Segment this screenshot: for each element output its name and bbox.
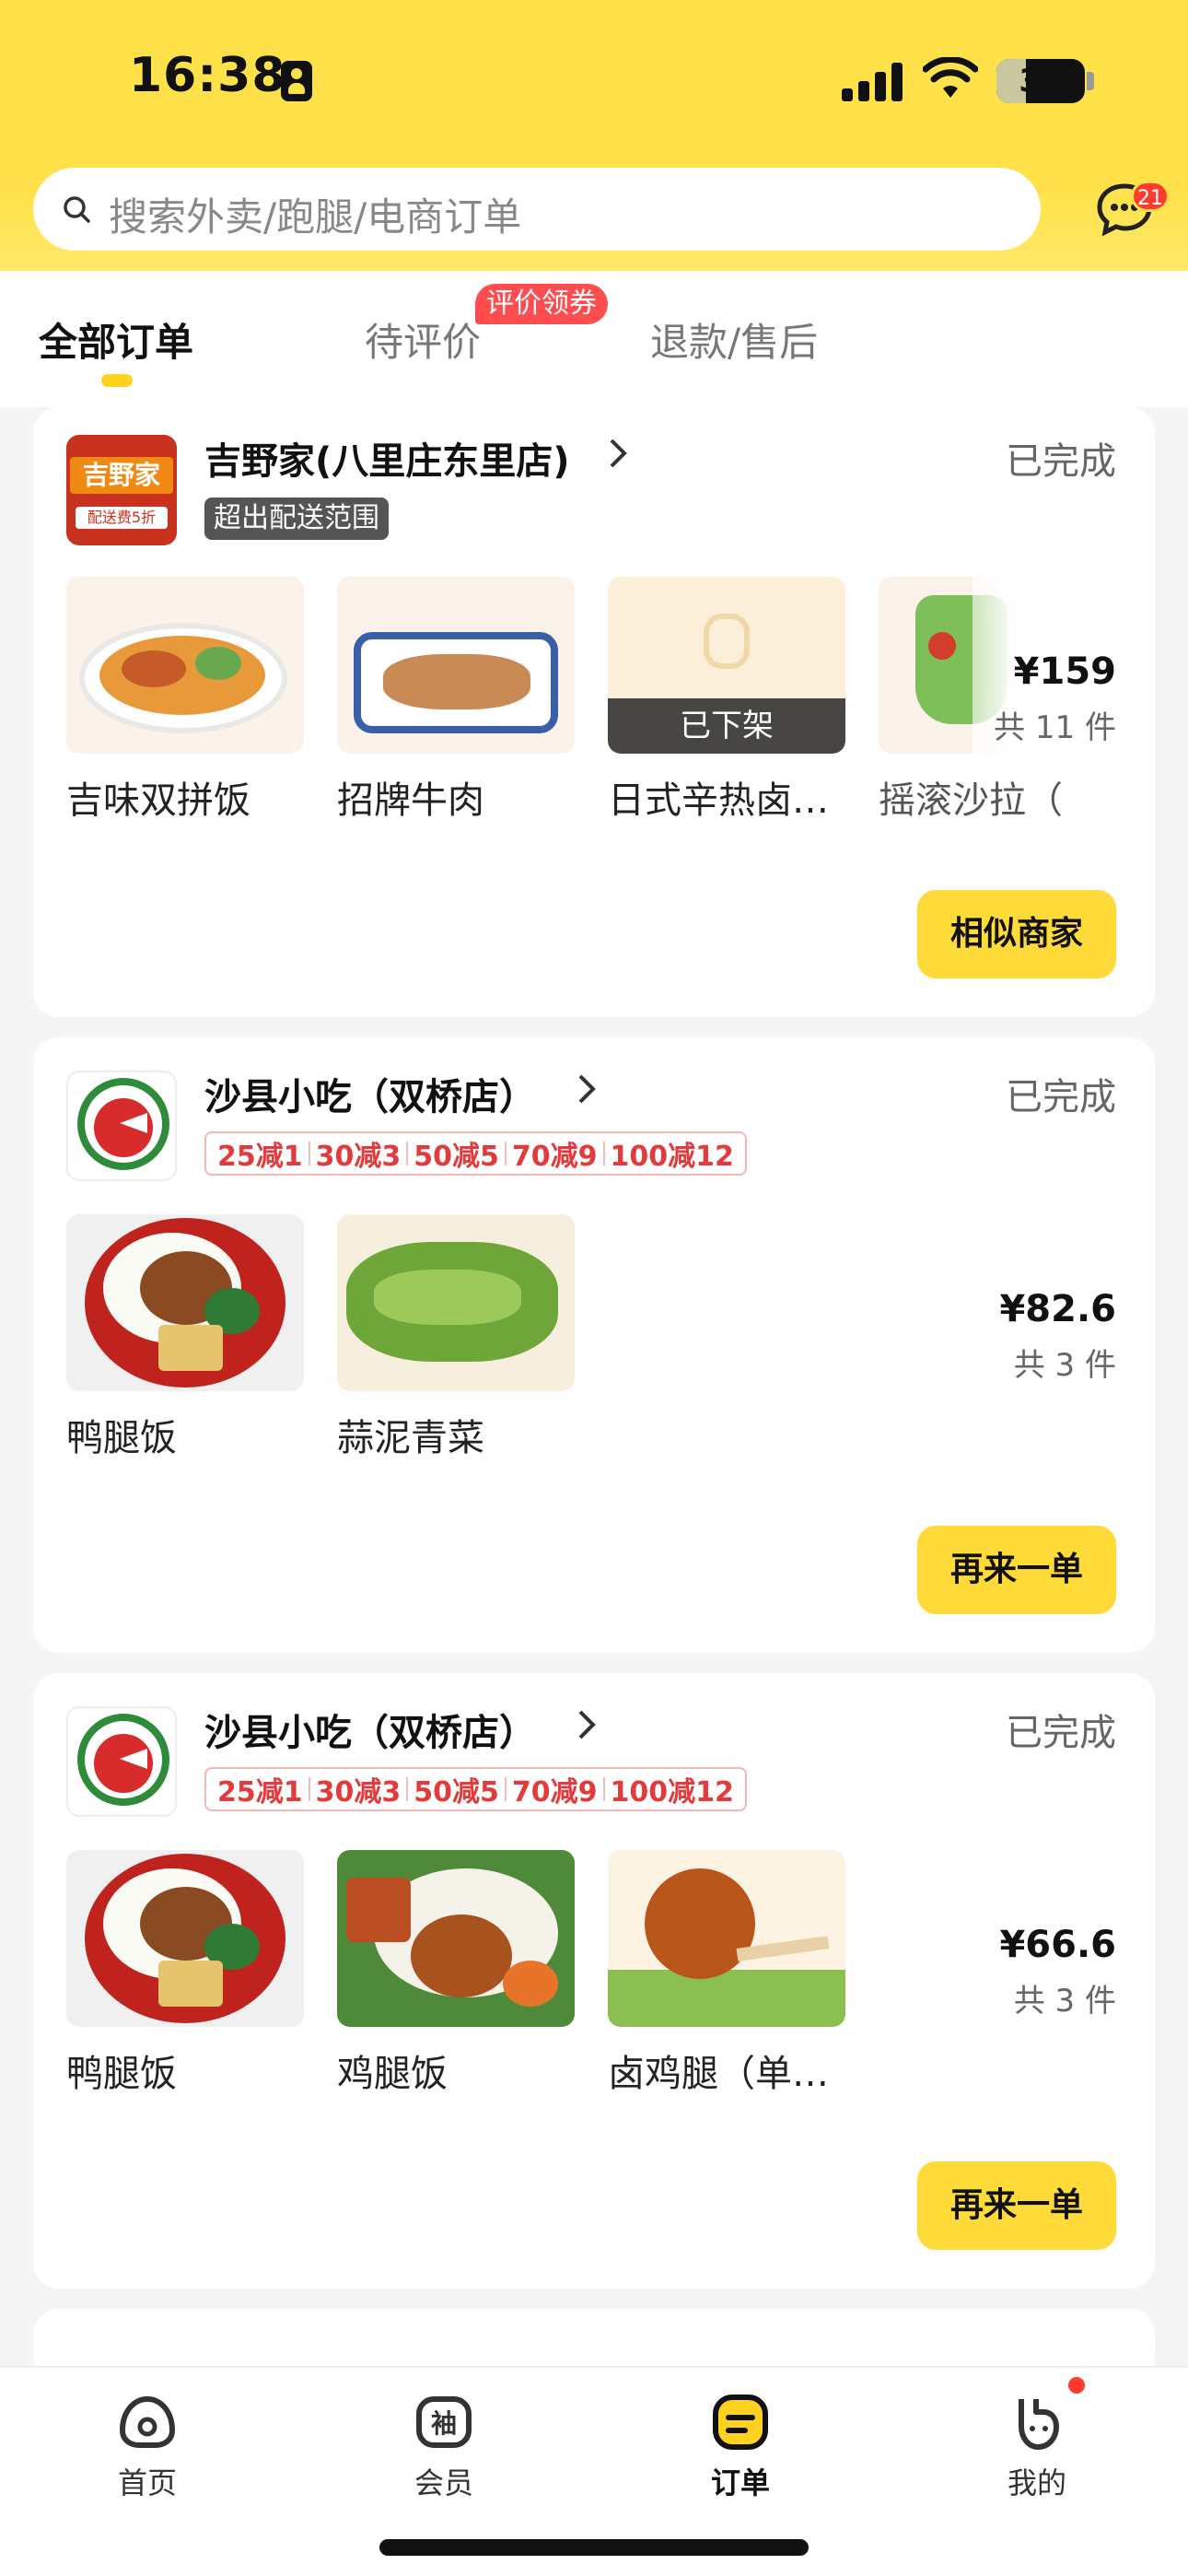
promo-tag: 50减5 [413,1776,499,1809]
item-name: 摇滚沙拉（… [879,779,1063,822]
home-icon [119,2395,176,2448]
chevron-right-icon [610,439,627,468]
status-bar: 16:38 33 [0,0,1188,157]
promo-tag: 70减9 [511,1776,598,1809]
tab-refund[interactable]: 退款/售后 [650,311,818,368]
promo-tag: 25减1 [217,1141,303,1173]
order-card[interactable]: 沙县小吃（双桥店） 已完成 25减1 30减3 50减5 70减9 100减12… [33,1673,1155,2289]
message-badge: 21 [1131,181,1170,212]
food-image [337,1850,575,2027]
nav-member-label: 会员 [413,2465,473,2500]
order-status: 已完成 [1006,440,1116,483]
store-logo: 吉野家 配送费5折 [66,435,177,545]
nav-home[interactable]: 首页 [74,2390,221,2502]
review-coupon-badge: 评价领券 [475,284,608,324]
logo-subtext: 配送费5折 [76,507,168,529]
item-count: 共 3 件 [1013,1347,1116,1384]
food-image [66,577,304,754]
nav-member[interactable]: 袖 会员 [370,2390,518,2502]
order-price: ¥159 [1013,650,1116,693]
item-name: 鸡腿饭 [337,2053,448,2095]
promo-tag: 30减3 [315,1141,402,1173]
reorder-button[interactable]: 再来一单 [917,2161,1116,2250]
promo-tag: 50减5 [413,1141,499,1173]
chevron-right-icon [578,1074,596,1104]
food-image: 已下架 [608,577,845,754]
item-count: 共 11 件 [994,709,1116,746]
similar-stores-button[interactable]: 相似商家 [917,890,1116,978]
order-card[interactable]: 沙县小吃（双桥店） 已完成 25减1 30减3 50减5 70减9 100减12… [33,1037,1155,1653]
food-image [337,577,575,754]
chevron-right-icon [578,1710,596,1739]
logo-text: 吉野家 [70,457,173,494]
item-name: 吉味双拼饭 [66,779,250,822]
battery-level: 33 [1019,63,1063,100]
order-card[interactable]: 吉野家 配送费5折 吉野家(八里庄东里店) 已完成 超出配送范围 已下架 吉味双… [33,407,1155,1017]
nav-orders[interactable]: 订单 [667,2390,814,2502]
store-logo [66,1071,177,1181]
svg-text:袖: 袖 [431,2408,457,2439]
promo-tag: 30减3 [315,1776,402,1809]
promo-tag: 100减12 [610,1776,734,1809]
item-name: 蒜泥青菜 [337,1417,484,1459]
home-indicator [379,2539,809,2556]
food-image [66,1214,304,1391]
store-logo [66,1706,177,1817]
food-image [608,1850,845,2027]
nav-orders-label: 订单 [710,2465,770,2500]
promo-tag: 70减9 [511,1141,598,1173]
search-icon [64,196,90,223]
out-of-range-tag: 超出配送范围 [204,498,389,540]
item-name: 招牌牛肉 [337,779,484,822]
notification-dot [1068,2377,1085,2394]
item-count: 共 3 件 [1013,1983,1116,2020]
battery-icon: 33 [996,59,1085,103]
item-name: 鸭腿饭 [66,2053,177,2095]
reorder-button[interactable]: 再来一单 [917,1526,1116,1614]
item-name: 鸭腿饭 [66,1417,177,1459]
status-time: 16:38 [129,48,286,103]
tab-all-orders[interactable]: 全部订单 [39,311,193,368]
member-icon: 袖 [416,2396,472,2448]
cellular-signal-icon [842,61,906,101]
search-bar[interactable]: 搜索外卖/跑腿/电商订单 [33,168,1041,251]
promo-tag: 100减12 [610,1141,734,1173]
promo-tags: 25减1 30减3 50减5 70减9 100减12 [204,1767,747,1811]
active-tab-indicator [101,374,133,387]
orders-icon [713,2395,768,2450]
store-name[interactable]: 沙县小吃（双桥店） [204,1067,536,1120]
item-name: 卤鸡腿（单… [608,2053,829,2095]
order-price: ¥66.6 [999,1924,1116,1966]
order-price: ¥82.6 [999,1288,1116,1330]
nav-mine-label: 我的 [1007,2465,1066,2500]
tab-to-review[interactable]: 待评价 [365,311,481,368]
focus-icon [281,61,312,101]
item-name: 日式辛热卤… [608,779,829,822]
promo-tag: 25减1 [217,1776,303,1809]
wifi-icon [923,57,978,98]
profile-icon [1019,2399,1059,2450]
order-status: 已完成 [1006,1712,1116,1754]
food-image [66,1850,304,2027]
nav-home-label: 首页 [117,2465,177,2500]
nav-mine[interactable]: 我的 [963,2390,1111,2502]
promo-tags: 25减1 30减3 50减5 70减9 100减12 [204,1131,747,1176]
battery-cap [1087,72,1094,90]
store-name[interactable]: 吉野家(八里庄东里店) [204,431,570,485]
off-shelf-label: 已下架 [608,698,845,754]
food-image [337,1214,575,1391]
store-name[interactable]: 沙县小吃（双桥店） [204,1703,536,1756]
order-status: 已完成 [1006,1076,1116,1118]
search-placeholder: 搜索外卖/跑腿/电商订单 [109,194,522,240]
